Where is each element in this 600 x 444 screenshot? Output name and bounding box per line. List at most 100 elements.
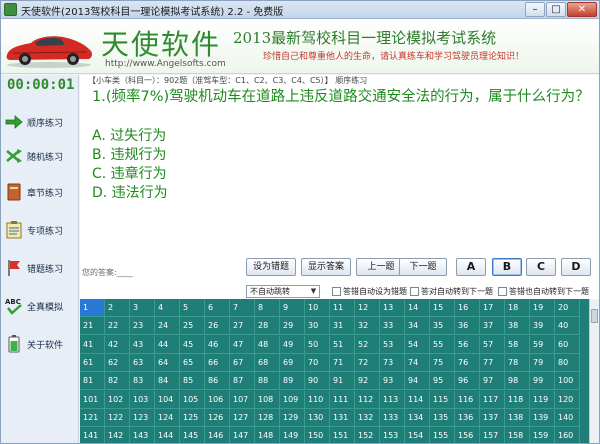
question-number-cell[interactable]: 2 (105, 299, 130, 317)
next-button[interactable]: 下一题 (399, 258, 447, 276)
question-number-cell[interactable]: 18 (505, 299, 530, 317)
question-number-cell[interactable]: 117 (480, 390, 505, 409)
question-number-cell[interactable]: 51 (330, 335, 355, 354)
question-number-cell[interactable]: 111 (330, 390, 355, 409)
question-number-cell[interactable]: 61 (80, 353, 105, 372)
question-number-cell[interactable]: 148 (255, 427, 280, 443)
scroll-thumb[interactable] (591, 309, 598, 323)
question-number-cell[interactable]: 64 (155, 353, 180, 372)
question-number-cell[interactable]: 54 (405, 335, 430, 354)
question-number-cell[interactable]: 152 (355, 427, 380, 443)
question-number-cell[interactable]: 55 (430, 335, 455, 354)
question-number-cell[interactable]: 69 (280, 353, 305, 372)
question-number-cell[interactable]: 96 (455, 372, 480, 391)
checkbox-box[interactable] (410, 287, 419, 296)
show-answer-button[interactable]: 显示答案 (301, 258, 351, 276)
question-number-cell[interactable]: 36 (455, 317, 480, 336)
sidebar-item-chapter[interactable]: 章节练习 (5, 175, 75, 209)
question-number-cell[interactable]: 52 (355, 335, 380, 354)
question-number-cell[interactable]: 114 (405, 390, 430, 409)
question-number-cell[interactable]: 136 (455, 408, 480, 427)
question-number-cell[interactable]: 135 (430, 408, 455, 427)
question-number-cell[interactable]: 28 (255, 317, 280, 336)
question-number-cell[interactable]: 6 (205, 299, 230, 317)
close-button[interactable]: ✕ (567, 2, 597, 17)
checkbox-box[interactable] (332, 287, 341, 296)
question-number-cell[interactable]: 85 (180, 372, 205, 391)
question-number-cell[interactable]: 126 (205, 408, 230, 427)
question-number-cell[interactable]: 7 (230, 299, 255, 317)
question-number-cell[interactable]: 101 (80, 390, 105, 409)
question-number-cell[interactable]: 5 (180, 299, 205, 317)
question-number-cell[interactable]: 76 (455, 353, 480, 372)
question-number-cell[interactable]: 66 (205, 353, 230, 372)
question-number-cell[interactable]: 160 (555, 427, 580, 443)
question-number-cell[interactable]: 48 (255, 335, 280, 354)
question-number-cell[interactable]: 143 (130, 427, 155, 443)
question-number-cell[interactable]: 91 (330, 372, 355, 391)
question-number-cell[interactable]: 19 (530, 299, 555, 317)
question-number-cell[interactable]: 93 (380, 372, 405, 391)
question-number-cell[interactable]: 73 (380, 353, 405, 372)
question-number-cell[interactable]: 139 (530, 408, 555, 427)
question-number-cell[interactable]: 100 (555, 372, 580, 391)
question-number-cell[interactable]: 81 (80, 372, 105, 391)
question-number-cell[interactable]: 149 (280, 427, 305, 443)
auto-next-on-wrong-checkbox[interactable]: 答错也自动转到下一题 (498, 286, 589, 297)
question-number-cell[interactable]: 116 (455, 390, 480, 409)
question-number-cell[interactable]: 121 (80, 408, 105, 427)
question-number-cell[interactable]: 75 (430, 353, 455, 372)
question-number-cell[interactable]: 8 (255, 299, 280, 317)
question-number-cell[interactable]: 37 (480, 317, 505, 336)
question-number-cell[interactable]: 134 (405, 408, 430, 427)
mark-wrong-button[interactable]: 设为错题 (246, 258, 296, 276)
question-number-cell[interactable]: 17 (480, 299, 505, 317)
question-number-cell[interactable]: 108 (255, 390, 280, 409)
question-number-cell[interactable]: 98 (505, 372, 530, 391)
question-number-cell[interactable]: 144 (155, 427, 180, 443)
question-number-cell[interactable]: 23 (130, 317, 155, 336)
question-number-cell[interactable]: 70 (305, 353, 330, 372)
question-number-cell[interactable]: 84 (155, 372, 180, 391)
question-number-cell[interactable]: 141 (80, 427, 105, 443)
question-number-cell[interactable]: 125 (180, 408, 205, 427)
minimize-button[interactable]: – (525, 2, 545, 17)
question-number-cell[interactable]: 38 (505, 317, 530, 336)
answer-a-button[interactable]: A (456, 258, 486, 276)
question-number-cell[interactable]: 68 (255, 353, 280, 372)
question-number-cell[interactable]: 67 (230, 353, 255, 372)
question-number-cell[interactable]: 53 (380, 335, 405, 354)
sidebar-item-about[interactable]: 关于软件 (5, 327, 75, 361)
question-number-cell[interactable]: 27 (230, 317, 255, 336)
question-number-cell[interactable]: 87 (230, 372, 255, 391)
question-number-cell[interactable]: 16 (455, 299, 480, 317)
question-number-cell[interactable]: 35 (430, 317, 455, 336)
question-number-cell[interactable]: 138 (505, 408, 530, 427)
question-number-cell[interactable]: 94 (405, 372, 430, 391)
question-number-cell[interactable]: 154 (405, 427, 430, 443)
question-number-cell[interactable]: 12 (355, 299, 380, 317)
question-number-cell[interactable]: 11 (330, 299, 355, 317)
question-number-cell[interactable]: 119 (530, 390, 555, 409)
sidebar-item-random[interactable]: 随机练习 (5, 139, 75, 173)
question-number-cell[interactable]: 102 (105, 390, 130, 409)
auto-next-on-correct-checkbox[interactable]: 答对自动转到下一题 (410, 286, 493, 297)
question-number-cell[interactable]: 97 (480, 372, 505, 391)
sidebar-item-wrong[interactable]: 错题练习 (5, 251, 75, 285)
question-number-cell[interactable]: 47 (230, 335, 255, 354)
question-number-cell[interactable]: 80 (555, 353, 580, 372)
question-number-cell[interactable]: 34 (405, 317, 430, 336)
question-number-cell[interactable]: 63 (130, 353, 155, 372)
question-number-cell[interactable]: 110 (305, 390, 330, 409)
question-number-cell[interactable]: 127 (230, 408, 255, 427)
question-number-cell[interactable]: 65 (180, 353, 205, 372)
question-number-cell[interactable]: 74 (405, 353, 430, 372)
question-number-cell[interactable]: 145 (180, 427, 205, 443)
question-number-cell[interactable]: 30 (305, 317, 330, 336)
question-number-cell[interactable]: 46 (205, 335, 230, 354)
question-number-cell[interactable]: 133 (380, 408, 405, 427)
question-number-cell[interactable]: 72 (355, 353, 380, 372)
question-number-cell[interactable]: 83 (130, 372, 155, 391)
question-number-cell[interactable]: 107 (230, 390, 255, 409)
question-number-cell[interactable]: 157 (480, 427, 505, 443)
